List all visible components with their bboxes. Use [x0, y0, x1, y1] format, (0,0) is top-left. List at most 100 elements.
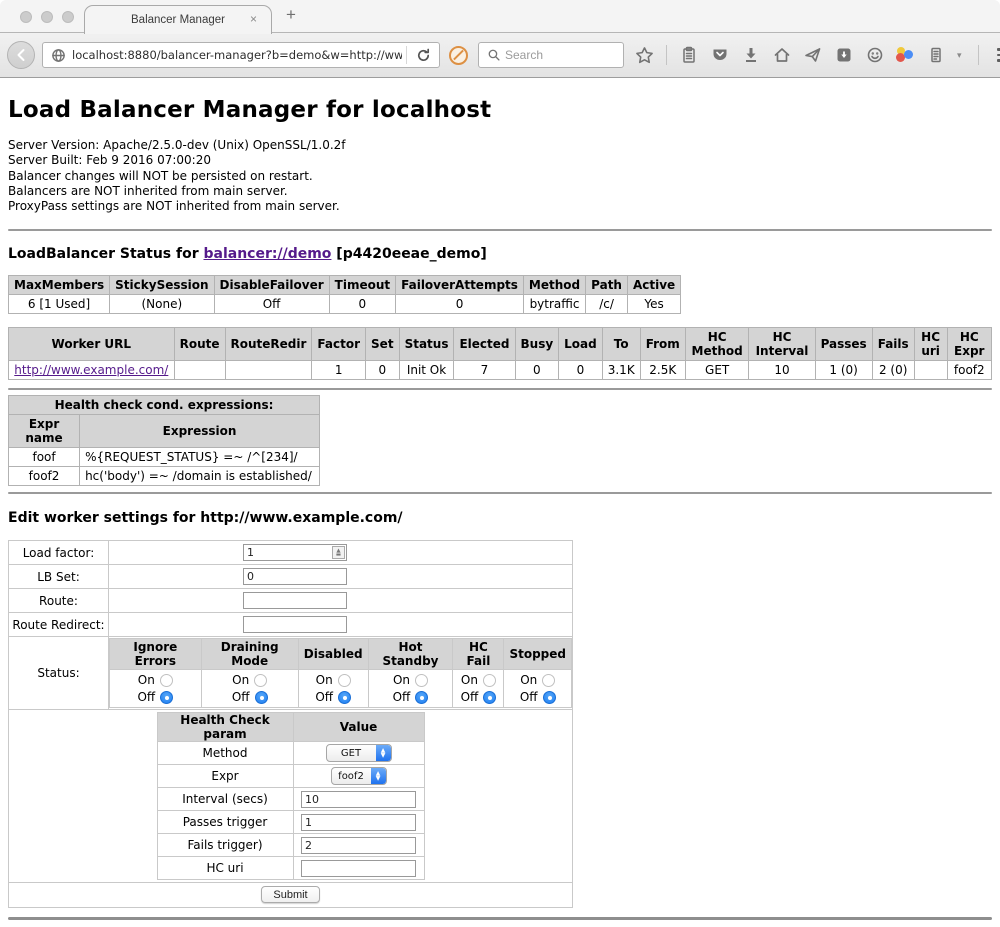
window-controls[interactable] [20, 11, 74, 23]
radio-hot-standby-on[interactable] [415, 674, 428, 687]
hc-method-select[interactable]: GET ▲▼ [326, 744, 392, 762]
col-header: Draining Mode [201, 639, 298, 670]
menu-hamburger-icon[interactable] [997, 48, 1000, 62]
chevron-down-icon[interactable]: ▾ [957, 50, 962, 61]
section-divider [8, 388, 992, 390]
col-header: From [640, 328, 685, 361]
url-text[interactable]: localhost:8880/balancer-manager?b=demo&w… [72, 48, 402, 62]
radio-disabled-on[interactable] [338, 674, 351, 687]
off-label: Off [461, 690, 479, 704]
home-icon[interactable] [772, 46, 791, 65]
hc-fails-input[interactable] [301, 837, 416, 854]
col-header: Worker URL [9, 328, 175, 361]
route-redirect-input[interactable] [243, 616, 347, 633]
cell-expr-name: foof [9, 448, 80, 467]
hc-method-selected-value: GET [327, 748, 376, 759]
cell-passes: 1 (0) [815, 361, 872, 380]
cell-fails: 2 (0) [872, 361, 914, 380]
hc-passes-input[interactable] [301, 814, 416, 831]
toolbar-divider2 [978, 45, 979, 65]
balancer-status-table: MaxMembers StickySession DisableFailover… [8, 275, 681, 314]
hc-interval-input[interactable] [301, 791, 416, 808]
cell-hc-expr: foof2 [947, 361, 991, 380]
reader-download-icon[interactable] [834, 46, 853, 65]
radio-hc-fail-on[interactable] [483, 674, 496, 687]
radio-hot-standby-off[interactable] [415, 691, 428, 704]
col-header: Stopped [504, 639, 572, 670]
search-input[interactable] [505, 48, 605, 62]
urlbar-divider [406, 46, 407, 64]
radio-draining-mode-on[interactable] [254, 674, 267, 687]
select-stepper-icon: ▲▼ [376, 745, 391, 761]
health-check-table: Health Check param Value Method GET ▲▼ [157, 712, 425, 880]
page-title: Load Balancer Manager for localhost [8, 78, 992, 123]
balancer-demo-link[interactable]: balancer://demo [204, 246, 332, 262]
downloads-icon[interactable] [741, 46, 760, 65]
radio-ignore-errors-on[interactable] [160, 674, 173, 687]
nav-toolbar: localhost:8880/balancer-manager?b=demo&w… [0, 33, 1000, 78]
cell-elected: 7 [454, 361, 515, 380]
table-header-row: MaxMembers StickySession DisableFailover… [9, 276, 681, 295]
section-divider [8, 492, 992, 494]
off-label: Off [315, 690, 333, 704]
hc-expr-select[interactable]: foof2 ▲▼ [331, 767, 387, 785]
on-label: On [520, 673, 537, 687]
col-header: Path [586, 276, 628, 295]
bookmark-star-icon[interactable] [635, 46, 654, 65]
reload-icon[interactable] [414, 46, 433, 65]
off-label: Off [232, 690, 250, 704]
radio-draining-mode-off[interactable] [255, 691, 268, 704]
worker-status-table: Worker URL Route RouteRedir Factor Set S… [8, 327, 992, 380]
number-stepper-icon[interactable]: ▲▬ [332, 546, 345, 559]
browser-window: Balancer Manager × + localhost:8880/bala… [0, 0, 1000, 927]
worker-url-link[interactable]: http://www.example.com/ [14, 363, 168, 377]
radio-stopped-off[interactable] [543, 691, 556, 704]
cell-active: Yes [627, 295, 680, 314]
hc-expr-title: Health check cond. expressions: [9, 396, 320, 415]
route-redirect-label: Route Redirect: [9, 613, 109, 637]
cell-failoverattempts: 0 [396, 295, 524, 314]
hc-uri-input[interactable] [301, 860, 416, 877]
new-tab-button[interactable]: + [286, 5, 296, 25]
window-minimize-button[interactable] [41, 11, 53, 23]
window-zoom-button[interactable] [62, 11, 74, 23]
col-header: Active [627, 276, 680, 295]
send-icon[interactable] [803, 46, 822, 65]
back-arrow-icon [13, 47, 29, 63]
submit-button[interactable]: Submit [261, 886, 319, 903]
colored-dots-extension-icon[interactable] [896, 46, 914, 64]
lb-set-input[interactable] [243, 568, 347, 585]
cell-expression: %{REQUEST_STATUS} =~ /^[234]/ [80, 448, 320, 467]
notes-panel-icon[interactable] [926, 46, 945, 65]
clipboard-icon[interactable] [679, 46, 698, 65]
search-icon [484, 46, 503, 65]
heading-suffix: [p4420eeae_demo] [331, 246, 486, 262]
feedback-smiley-icon[interactable] [865, 46, 884, 65]
tab-balancer-manager[interactable]: Balancer Manager × [84, 5, 272, 34]
tab-bar: Balancer Manager × + [0, 0, 1000, 33]
page-content: Load Balancer Manager for localhost Serv… [0, 78, 1000, 920]
tab-close-icon[interactable]: × [250, 12, 257, 26]
content-blocker-icon[interactable] [449, 46, 468, 65]
hc-passes-label: Passes trigger [157, 811, 293, 834]
search-bar[interactable] [478, 42, 624, 68]
route-input[interactable] [243, 592, 347, 609]
pocket-icon[interactable] [710, 46, 729, 65]
cell-status: Init Ok [399, 361, 454, 380]
radio-stopped-on[interactable] [542, 674, 555, 687]
form-row-route-redirect: Route Redirect: [9, 613, 573, 637]
col-header: To [602, 328, 640, 361]
radio-hc-fail-off[interactable] [483, 691, 496, 704]
url-bar[interactable]: localhost:8880/balancer-manager?b=demo&w… [42, 42, 440, 68]
back-button[interactable] [7, 41, 35, 69]
load-factor-stepper[interactable]: ▲▬ [243, 544, 347, 561]
route-label: Route: [9, 589, 109, 613]
radio-ignore-errors-off[interactable] [160, 691, 173, 704]
cell-busy: 0 [515, 361, 559, 380]
radio-disabled-off[interactable] [338, 691, 351, 704]
hc-expr-selected-value: foof2 [332, 771, 371, 782]
window-close-button[interactable] [20, 11, 32, 23]
hc-fails-label: Fails trigger) [157, 834, 293, 857]
cell-stickysession: (None) [110, 295, 214, 314]
status-cell-draining-mode: On Off [201, 670, 298, 708]
